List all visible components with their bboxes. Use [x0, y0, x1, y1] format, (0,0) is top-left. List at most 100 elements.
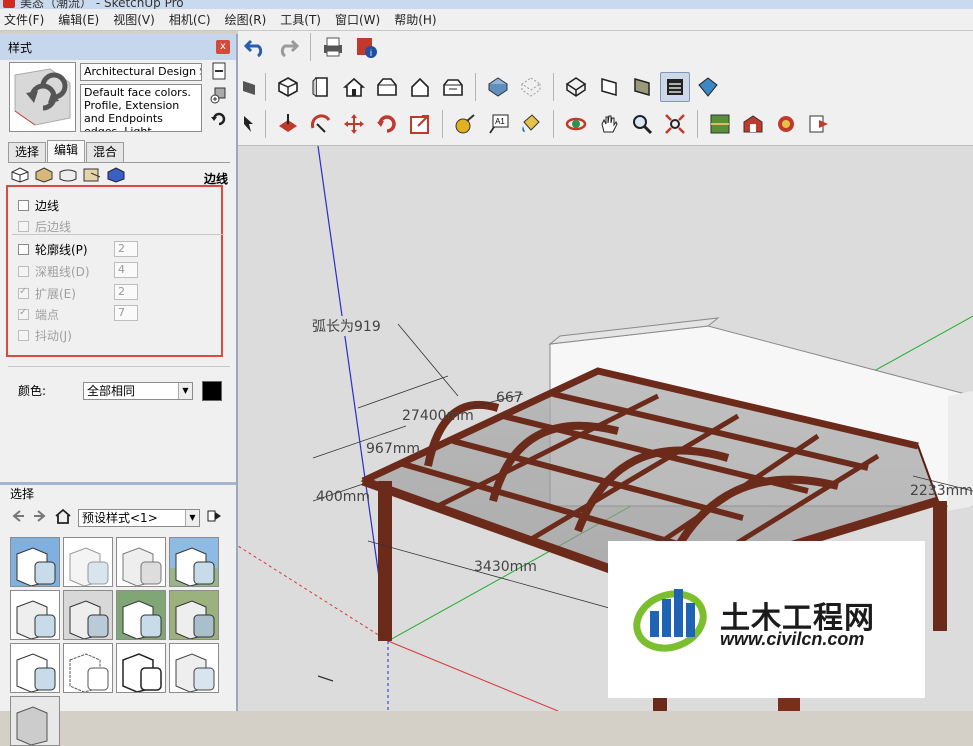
xray-icon[interactable]: [483, 72, 513, 102]
endpoints-length: 7: [114, 305, 138, 321]
style-name-field[interactable]: Architectural Design Style: [80, 63, 202, 81]
partial-tool-icon-2[interactable]: [240, 109, 258, 139]
extension-option: 扩展(E): [18, 285, 76, 302]
style-thumbnail[interactable]: [9, 62, 76, 132]
style-thumbnail-item[interactable]: [63, 537, 113, 587]
print-button[interactable]: [318, 32, 348, 62]
close-icon[interactable]: x: [216, 40, 230, 54]
back-edges-checkbox: [18, 221, 29, 232]
extension-warehouse-icon[interactable]: [804, 109, 834, 139]
watermark-settings-icon[interactable]: [82, 166, 102, 184]
style-thumbnail-item[interactable]: [63, 643, 113, 693]
style-thumbnail-item[interactable]: [169, 537, 219, 587]
watermark-logo: 土木工程网 www.civilcn.com: [608, 541, 925, 698]
menu-tools[interactable]: 工具(T): [280, 11, 321, 28]
edges-checkbox[interactable]: [18, 200, 29, 211]
home-icon[interactable]: [54, 508, 72, 527]
depth-cue-width: 4: [114, 262, 138, 278]
style-thumbnail-item[interactable]: [116, 643, 166, 693]
modeling-settings-icon[interactable]: [106, 166, 126, 184]
tape-measure-icon[interactable]: [450, 109, 480, 139]
share-model-icon[interactable]: [771, 109, 801, 139]
iso-view-icon[interactable]: [273, 72, 303, 102]
edge-color-swatch[interactable]: [202, 381, 222, 401]
select-section-title: 选择: [10, 487, 35, 501]
style-description-field[interactable]: Default face colors. Profile, Extension …: [80, 84, 202, 132]
edges-option[interactable]: 边线: [18, 197, 59, 214]
scale-icon[interactable]: [405, 109, 435, 139]
style-thumbnail-item[interactable]: [10, 696, 60, 746]
style-thumbnail-item[interactable]: [10, 643, 60, 693]
collection-select[interactable]: 预设样式<1> ▼: [78, 508, 200, 527]
profiles-checkbox[interactable]: [18, 244, 29, 255]
menu-window[interactable]: 窗口(W): [335, 11, 380, 28]
tab-select[interactable]: 选择: [8, 142, 47, 162]
depth-cue-checkbox: [18, 266, 29, 277]
menu-draw[interactable]: 绘图(R): [225, 11, 267, 28]
google-earth-icon[interactable]: [705, 109, 735, 139]
details-arrow-icon[interactable]: [206, 508, 222, 527]
shaded-icon[interactable]: [627, 72, 657, 102]
dimension-label: 3430mm: [474, 559, 537, 575]
monochrome-icon[interactable]: [693, 72, 723, 102]
wireframe-icon[interactable]: [561, 72, 591, 102]
depth-cue-label: 深粗线(D): [35, 265, 90, 279]
back-arrow-icon[interactable]: [10, 508, 26, 527]
right-view-icon[interactable]: [372, 72, 402, 102]
edge-settings-icon[interactable]: [10, 166, 30, 184]
shaded-textures-icon[interactable]: [660, 72, 690, 102]
tab-edit[interactable]: 编辑: [47, 140, 86, 162]
style-thumbnail-item[interactable]: [116, 537, 166, 587]
style-thumbnail-item[interactable]: [10, 590, 60, 640]
profiles-option[interactable]: 轮廓线(P): [18, 241, 88, 258]
zoom-icon[interactable]: [627, 109, 657, 139]
text-icon[interactable]: A1: [483, 109, 513, 139]
partial-tool-icon[interactable]: [240, 72, 258, 102]
hidden-line-icon[interactable]: [594, 72, 624, 102]
update-style-icon[interactable]: [209, 110, 229, 128]
style-thumbnail-item[interactable]: [116, 590, 166, 640]
profiles-width[interactable]: 2: [114, 241, 138, 257]
top-view-icon[interactable]: [306, 72, 336, 102]
window-title: 美态（潮流） - SketchUp Pro: [20, 0, 184, 9]
style-thumbnail-item[interactable]: [169, 590, 219, 640]
style-thumbnail-item[interactable]: [63, 590, 113, 640]
back-edges-icon[interactable]: [516, 72, 546, 102]
display-secondary-icon[interactable]: [209, 62, 229, 80]
warehouse-icon[interactable]: [738, 109, 768, 139]
forward-arrow-icon[interactable]: [32, 508, 48, 527]
menu-help[interactable]: 帮助(H): [394, 11, 436, 28]
orbit-icon[interactable]: [561, 109, 591, 139]
face-settings-icon[interactable]: [34, 166, 54, 184]
create-style-icon[interactable]: [209, 86, 229, 104]
left-view-icon[interactable]: [438, 72, 468, 102]
follow-me-icon[interactable]: [306, 109, 336, 139]
model-info-button[interactable]: i: [351, 32, 381, 62]
undo-button[interactable]: [240, 32, 270, 62]
style-thumbnail-item[interactable]: [169, 643, 219, 693]
paint-bucket-icon[interactable]: [516, 109, 546, 139]
background-settings-icon[interactable]: [58, 166, 78, 184]
redo-button[interactable]: [273, 32, 303, 62]
front-view-icon[interactable]: [339, 72, 369, 102]
zoom-extents-icon[interactable]: [660, 109, 690, 139]
tab-mix[interactable]: 混合: [86, 142, 125, 162]
move-icon[interactable]: [339, 109, 369, 139]
extension-checkbox: [18, 286, 29, 299]
chevron-down-icon: ▼: [178, 383, 192, 399]
color-label: 颜色:: [18, 384, 47, 398]
collection-nav: 预设样式<1> ▼: [10, 508, 222, 527]
push-pull-icon[interactable]: [273, 109, 303, 139]
color-mode-select[interactable]: 全部相同 ▼: [83, 382, 193, 400]
menu-view[interactable]: 视图(V): [113, 11, 155, 28]
jitter-checkbox: [18, 330, 29, 341]
menu-file[interactable]: 文件(F): [4, 11, 44, 28]
back-view-icon[interactable]: [405, 72, 435, 102]
menu-edit[interactable]: 编辑(E): [58, 11, 99, 28]
style-thumbnail-item[interactable]: [10, 537, 60, 587]
pan-icon[interactable]: [594, 109, 624, 139]
menu-camera[interactable]: 相机(C): [169, 11, 211, 28]
profiles-label: 轮廓线(P): [35, 243, 88, 257]
rotate-icon[interactable]: [372, 109, 402, 139]
title-bar: 美态（潮流） - SketchUp Pro: [0, 0, 973, 9]
